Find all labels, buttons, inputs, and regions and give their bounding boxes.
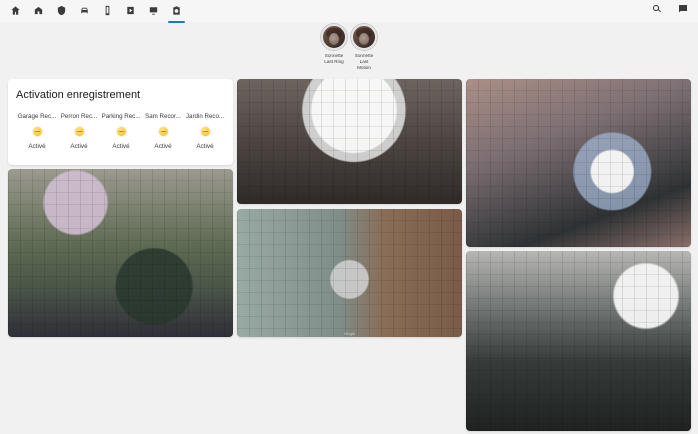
status-icon xyxy=(116,127,126,136)
card-title: Activation enregistrement xyxy=(16,89,141,101)
status-icon xyxy=(74,127,84,136)
tab-car[interactable] xyxy=(73,2,96,22)
tab-monitor[interactable] xyxy=(142,2,165,22)
top-bar xyxy=(0,0,698,23)
home-icon xyxy=(10,3,21,21)
people-strip: Sonnette Last Ring Sonnette Last Motion xyxy=(0,24,698,74)
recording-item-sam[interactable]: Sam Recor... Activé xyxy=(142,113,184,151)
camera-icon xyxy=(171,3,182,21)
tab-phone[interactable] xyxy=(96,2,119,22)
person-sonnette-last-ring[interactable]: Sonnette Last Ring xyxy=(320,24,348,74)
recording-state: Activé xyxy=(112,143,130,150)
avatar xyxy=(321,24,347,50)
tab-media[interactable] xyxy=(119,2,142,22)
recording-state: Activé xyxy=(154,143,172,150)
camera-tile-1[interactable] xyxy=(237,79,462,204)
recording-name: Parking Rec... xyxy=(101,113,141,120)
play-icon xyxy=(125,3,136,21)
tab-security[interactable] xyxy=(50,2,73,22)
person-label: Sonnette Last Ring xyxy=(324,53,344,64)
status-icon xyxy=(32,127,42,136)
status-icon xyxy=(200,127,210,136)
recording-state: Activé xyxy=(196,143,214,150)
top-tabs xyxy=(4,2,188,23)
camera-feed xyxy=(466,79,691,247)
avatar-face xyxy=(329,33,339,45)
camera-feed xyxy=(466,251,691,431)
message-icon xyxy=(677,2,689,20)
avatar xyxy=(351,24,377,50)
tab-home[interactable] xyxy=(4,2,27,22)
avatar-face xyxy=(359,33,369,45)
camera-tile-5[interactable] xyxy=(466,251,691,431)
camera-feed xyxy=(237,209,462,337)
recording-item-parking[interactable]: Parking Rec... Activé xyxy=(100,113,142,151)
status-icon xyxy=(158,127,168,136)
recording-toggles: Garage Rec... Activé Perron Rec... Activ… xyxy=(16,113,225,151)
search-button[interactable] xyxy=(648,2,666,20)
tab-house[interactable] xyxy=(27,2,50,22)
camera-feed xyxy=(8,169,233,337)
messages-button[interactable] xyxy=(674,2,692,20)
recording-name: Sam Recor... xyxy=(145,113,181,120)
camera-feed xyxy=(237,79,462,204)
camera-tile-4[interactable]: Single xyxy=(237,209,462,337)
camera-tile-3[interactable] xyxy=(8,169,233,337)
recording-name: Garage Rec... xyxy=(17,113,57,120)
recording-state: Activé xyxy=(28,143,46,150)
recording-item-perron[interactable]: Perron Rec... Activé xyxy=(58,113,100,151)
recording-item-jardin[interactable]: Jardin Reco... Activé xyxy=(184,113,226,151)
tab-cameras[interactable] xyxy=(165,2,188,23)
monitor-icon xyxy=(148,3,159,21)
house-icon xyxy=(33,3,44,21)
camera-tile-2[interactable] xyxy=(466,79,691,247)
car-icon xyxy=(79,3,90,21)
top-actions xyxy=(648,2,692,20)
recording-state: Activé xyxy=(70,143,88,150)
recording-item-garage[interactable]: Garage Rec... Activé xyxy=(16,113,58,151)
person-sonnette-last-motion[interactable]: Sonnette Last Motion xyxy=(350,24,378,74)
phone-icon xyxy=(102,3,113,21)
search-icon xyxy=(651,2,663,20)
recording-name: Jardin Reco... xyxy=(185,113,225,120)
shield-icon xyxy=(56,3,67,21)
activation-card: Activation enregistrement Garage Rec... … xyxy=(8,79,233,165)
person-label: Sonnette Last Motion xyxy=(354,53,374,70)
recording-name: Perron Rec... xyxy=(60,113,98,120)
